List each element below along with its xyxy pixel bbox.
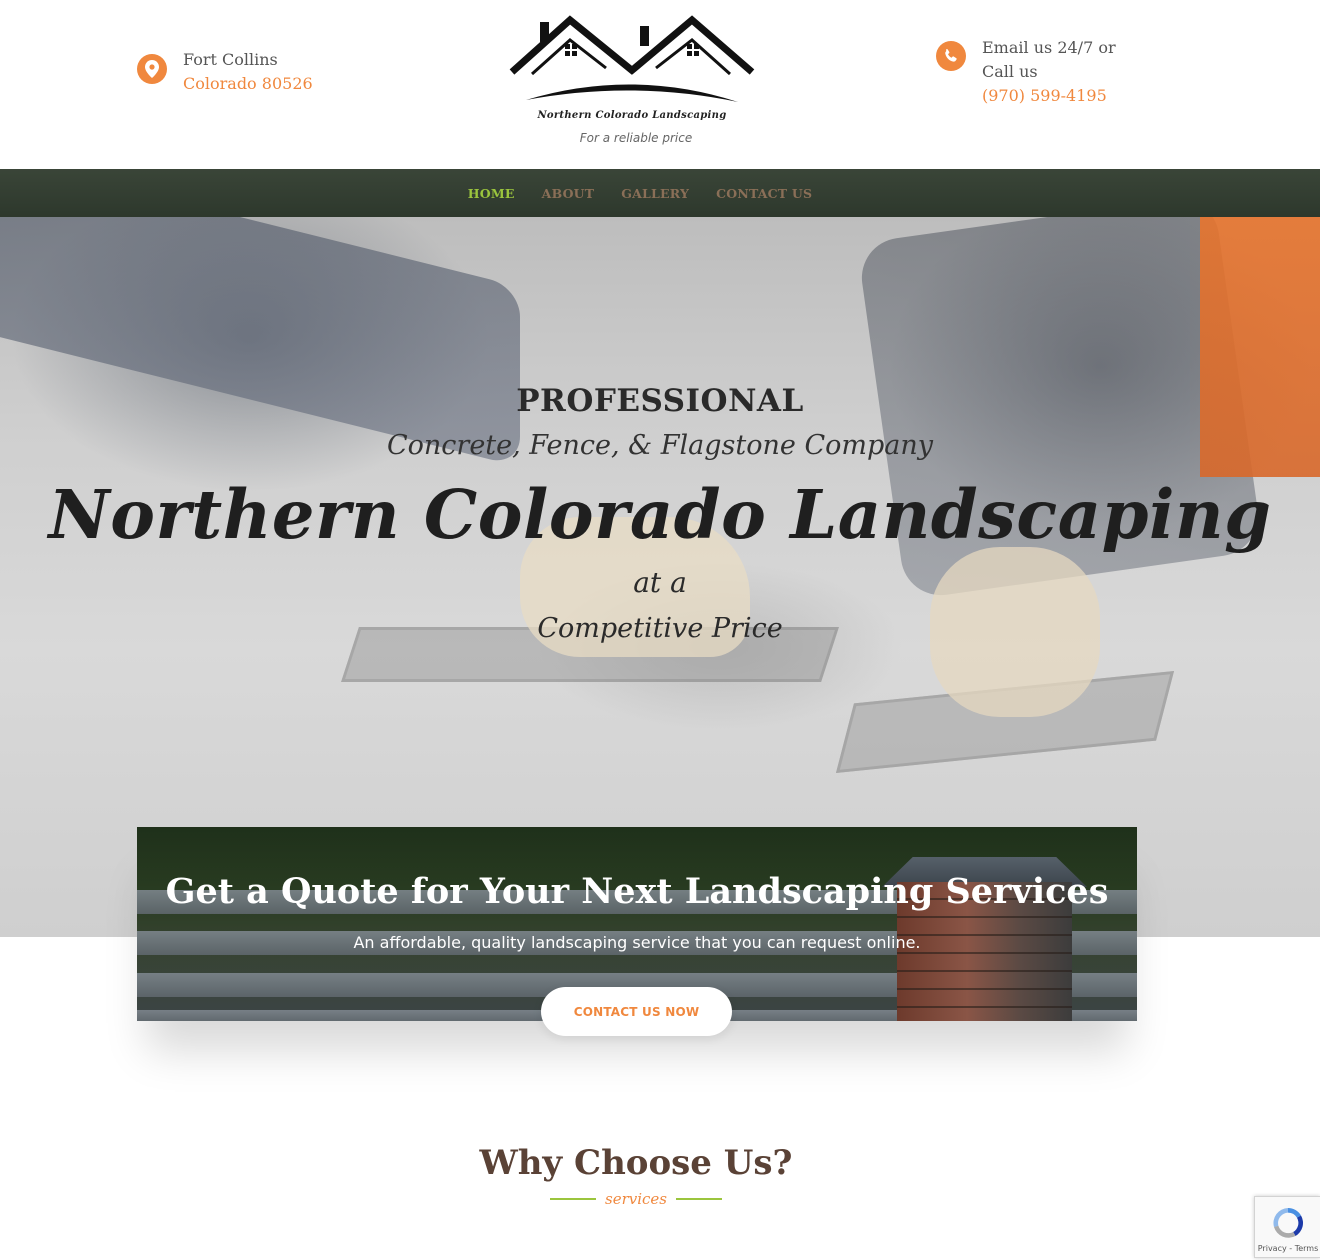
location-state: Colorado 80526 <box>183 74 313 93</box>
recaptcha-icon <box>1273 1208 1304 1238</box>
recaptcha-badge[interactable]: Privacy - Terms <box>1254 1196 1320 1258</box>
contact-call-line: Call us <box>982 62 1038 81</box>
contact-email-line: Email us 24/7 or <box>982 38 1116 57</box>
why-choose-us-heading: Why Choose Us? <box>479 1143 793 1183</box>
services-label: services <box>605 1190 667 1208</box>
quote-banner: Get a Quote for Your Next Landscaping Se… <box>137 827 1137 1036</box>
logo-tagline: For a reliable price <box>579 131 693 145</box>
hero-line-1: at a <box>633 566 687 599</box>
quote-subtitle: An affordable, quality landscaping servi… <box>353 933 921 952</box>
hero-eyebrow: PROFESSIONAL <box>516 383 804 419</box>
nav-item-gallery[interactable]: GALLERY <box>621 186 689 201</box>
contact-text: Email us 24/7 or Call us (970) 599-4195 <box>982 36 1116 108</box>
divider-line-right <box>676 1198 722 1200</box>
why-choose-us-divider: services <box>550 1190 722 1208</box>
contact-block: Email us 24/7 or Call us (970) 599-4195 <box>936 36 1116 108</box>
location-block: Fort Collins Colorado 80526 <box>137 48 313 96</box>
quote-title: Get a Quote for Your Next Landscaping Se… <box>165 871 1109 912</box>
location-text: Fort Collins Colorado 80526 <box>183 48 313 96</box>
map-pin-icon <box>137 54 167 84</box>
contact-us-now-button[interactable]: CONTACT US NOW <box>541 987 732 1036</box>
main-nav: HOME ABOUT GALLERY CONTACT US <box>0 169 1320 217</box>
hero-title: Northern Colorado Landscaping <box>48 475 1272 554</box>
hero-line-2: Competitive Price <box>537 613 783 644</box>
phone-icon <box>936 41 966 71</box>
hero-subtitle: Concrete, Fence, & Flagstone Company <box>386 430 933 461</box>
site-logo[interactable]: Northern Colorado Landscaping For a reli… <box>506 12 758 152</box>
contact-phone-link[interactable]: (970) 599-4195 <box>982 84 1116 108</box>
house-roof-logo-icon <box>509 15 755 102</box>
recaptcha-links[interactable]: Privacy - Terms <box>1255 1244 1320 1253</box>
logo-wordmark: Northern Colorado Landscaping <box>537 110 727 121</box>
divider-line-left <box>550 1198 596 1200</box>
nav-item-home[interactable]: HOME <box>468 186 515 201</box>
nav-item-about[interactable]: ABOUT <box>542 186 595 201</box>
site-header: Fort Collins Colorado 80526 Northern Col… <box>0 0 1320 169</box>
location-city: Fort Collins <box>183 50 278 69</box>
nav-item-contact[interactable]: CONTACT US <box>716 186 812 201</box>
